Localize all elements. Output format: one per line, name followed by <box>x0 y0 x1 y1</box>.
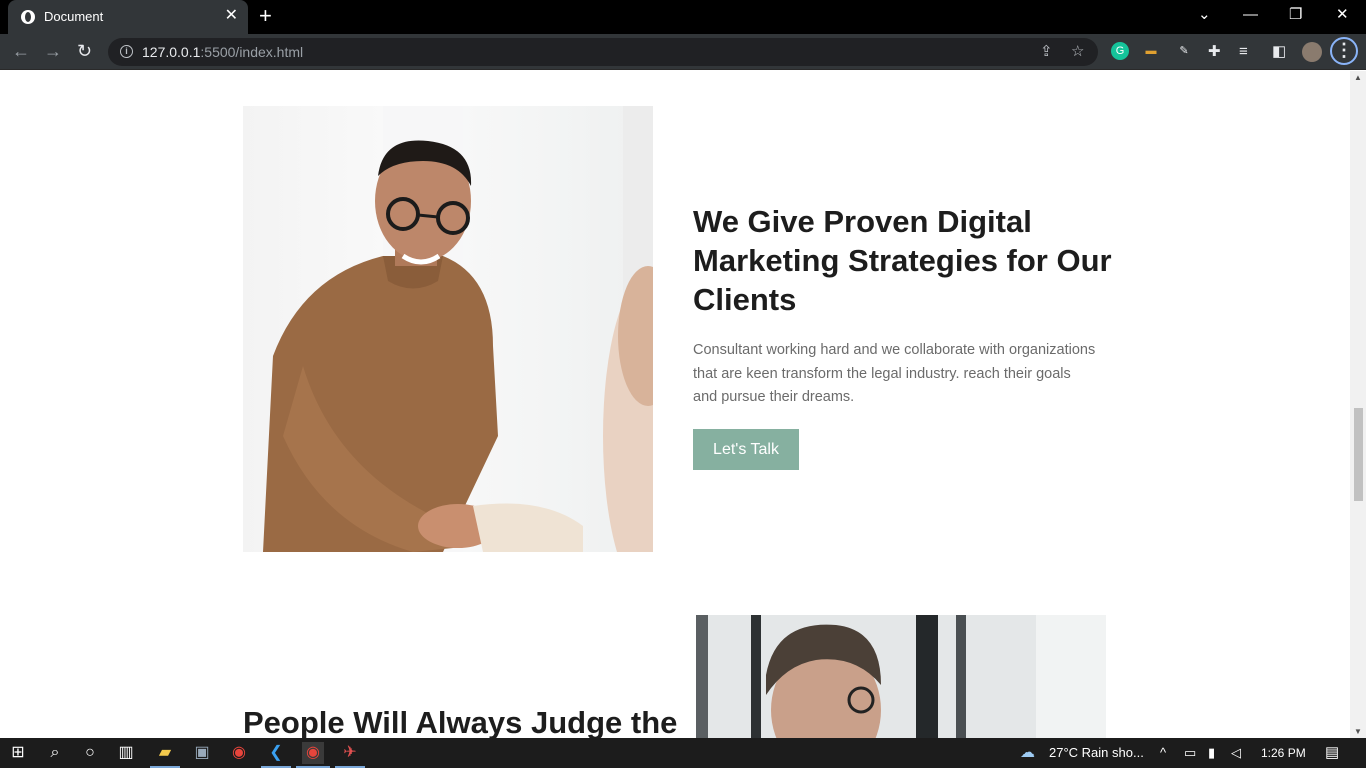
scroll-up-arrow-icon[interactable]: ▲ <box>1354 73 1362 82</box>
tab-close-icon[interactable]: ✕ <box>225 7 238 25</box>
close-window-button[interactable]: ✕ <box>1336 5 1349 25</box>
windows-start-icon[interactable]: ⊞ <box>7 742 29 764</box>
lets-talk-button[interactable]: Let's Talk <box>693 429 799 470</box>
weather-text[interactable]: 27°C Rain sho... <box>1049 745 1144 761</box>
browser-toolbar: ← → ↻ i 127.0.0.1:5500/index.html ⇪ ☆ G … <box>0 34 1366 70</box>
bookmark-star-icon[interactable]: ☆ <box>1071 42 1084 62</box>
file-explorer-icon[interactable]: ▰ <box>154 742 176 764</box>
browser-menu-icon[interactable]: ⋮ <box>1330 37 1358 65</box>
scrollbar-thumb[interactable] <box>1354 408 1363 501</box>
volume-icon[interactable]: ◁ <box>1231 745 1241 761</box>
tab-document[interactable]: Document ✕ <box>8 0 248 34</box>
notifications-icon[interactable]: ▤ <box>1325 745 1339 761</box>
share-icon[interactable]: ⇪ <box>1040 42 1053 62</box>
app-icon[interactable]: ✈ <box>339 742 361 764</box>
reading-list-icon[interactable]: ≡ <box>1239 42 1248 62</box>
handshake-photo <box>243 106 653 552</box>
task-view-icon[interactable]: ▥ <box>115 742 137 764</box>
minimize-button[interactable]: — <box>1243 5 1258 25</box>
site-info-icon[interactable]: i <box>120 45 133 58</box>
browser-tab-strip: Document ✕ + ⌄ — ❐ ✕ <box>0 0 1366 34</box>
extension-glasses-icon[interactable]: ▬ <box>1142 42 1160 60</box>
businessman-photo <box>696 615 1106 738</box>
chrome-active-icon[interactable]: ◉ <box>302 742 324 764</box>
restore-button[interactable]: ❐ <box>1289 5 1302 25</box>
scroll-down-arrow-icon[interactable]: ▼ <box>1354 727 1362 736</box>
vscode-icon[interactable]: ❮ <box>265 742 287 764</box>
reload-button[interactable]: ↻ <box>77 41 92 61</box>
section-heading: We Give Proven Digital Marketing Strateg… <box>693 204 1112 317</box>
network-icon[interactable]: ▭ <box>1184 745 1196 761</box>
address-bar[interactable]: i 127.0.0.1:5500/index.html ⇪ ☆ <box>108 38 1098 66</box>
extensions-puzzle-icon[interactable]: ✚ <box>1208 42 1221 62</box>
extension-pen-icon[interactable]: ✎ <box>1175 42 1193 60</box>
side-panel-icon[interactable]: ◧ <box>1272 42 1286 62</box>
forward-button[interactable]: → <box>44 41 62 61</box>
new-tab-button[interactable]: + <box>259 5 272 27</box>
chrome-icon[interactable]: ◉ <box>228 742 250 764</box>
clock-time[interactable]: 1:26 PM <box>1261 745 1306 761</box>
handshake-illustration <box>263 106 653 552</box>
businessman-illustration <box>696 615 1106 738</box>
tab-search-chevron-icon[interactable]: ⌄ <box>1198 5 1211 25</box>
back-button[interactable]: ← <box>12 41 30 61</box>
tray-chevron-icon[interactable]: ^ <box>1160 745 1166 761</box>
search-icon[interactable]: ⌕ <box>44 742 66 764</box>
tab-title: Document <box>44 9 104 24</box>
profile-avatar[interactable] <box>1302 42 1322 62</box>
grammarly-extension-icon[interactable]: G <box>1111 42 1129 60</box>
battery-icon[interactable]: ▮ <box>1208 745 1215 761</box>
section-heading-2: People Will Always Judge the <box>243 705 678 738</box>
windows-taskbar: ⊞ ⌕ ○ ▥ ▰ ▣ ◉ ❮ ◉ ✈ ☁ 27°C Rain sho... ^… <box>0 738 1366 768</box>
page-scrollbar[interactable]: ▲ ▼ <box>1350 71 1366 738</box>
url-text[interactable]: 127.0.0.1:5500/index.html <box>142 44 303 60</box>
globe-icon <box>21 10 35 24</box>
cortana-icon[interactable]: ○ <box>79 742 101 764</box>
page-viewport: We Give Proven Digital Marketing Strateg… <box>0 71 1350 738</box>
weather-icon[interactable]: ☁ <box>1020 745 1035 761</box>
control-panel-icon[interactable]: ▣ <box>191 742 213 764</box>
section-paragraph: Consultant working hard and we collabora… <box>693 342 1096 405</box>
